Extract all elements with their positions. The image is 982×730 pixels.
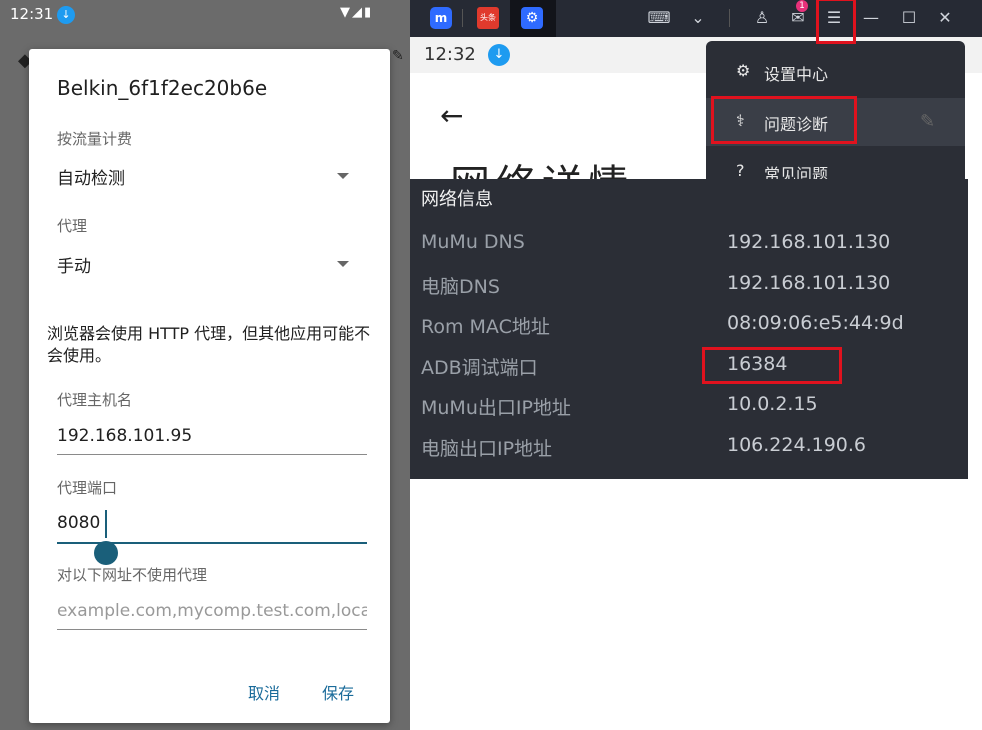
menu-item-diagnosis[interactable]: ⚕ 问题诊断 ✎: [706, 98, 965, 146]
proxy-select[interactable]: 手动: [57, 252, 91, 277]
signal-battery-icons: ▼◢▮: [340, 5, 374, 20]
menu-item-label: 设置中心: [764, 65, 829, 84]
stethoscope-icon: ⚕: [736, 111, 745, 130]
info-key: 电脑DNS: [421, 276, 500, 298]
menu-hamburger-icon[interactable]: ☰: [822, 6, 846, 30]
info-value: 106.224.190.6: [727, 434, 867, 456]
user-icon[interactable]: ♙: [750, 6, 774, 30]
text-cursor: [105, 510, 107, 538]
close-icon[interactable]: ✕: [933, 6, 957, 30]
menu-item-label: 问题诊断: [764, 115, 829, 134]
titlebar-divider: [729, 9, 730, 27]
info-row: 电脑出口IP地址 106.224.190.6: [410, 434, 968, 474]
dialog-title: Belkin_6f1f2ec20b6e: [57, 76, 268, 100]
help-circle-icon: ?: [736, 161, 745, 180]
metered-label: 按流量计费: [57, 130, 133, 148]
chevron-down-icon[interactable]: [337, 173, 349, 179]
port-input[interactable]: 8080: [57, 513, 100, 533]
hostname-label: 代理主机名: [57, 391, 133, 409]
window-titlebar: m 头条 ⚙ ⌨ ⌄ ♙ ✉ 1 ☰ — ☐ ✕: [410, 0, 982, 37]
info-key: 电脑出口IP地址: [421, 438, 553, 460]
settings-app-icon[interactable]: ⚙: [521, 7, 543, 29]
gear-icon: ⚙: [736, 61, 751, 80]
status-time: 12:32: [424, 44, 476, 65]
emulator-window: m 头条 ⚙ ⌨ ⌄ ♙ ✉ 1 ☰ — ☐ ✕ 12:32 ↓ ← 网络详情 …: [410, 0, 982, 730]
proxy-settings-dialog: Belkin_6f1f2ec20b6e 按流量计费 自动检测 代理 手动 浏览器…: [29, 49, 390, 723]
info-value: 10.0.2.15: [727, 393, 818, 415]
save-button[interactable]: 保存: [322, 680, 354, 704]
main-menu-dropdown: ⚙ 设置中心 ⚕ 问题诊断 ✎ ? 常见问题: [706, 41, 965, 191]
info-key: MuMu DNS: [421, 231, 525, 253]
bypass-input[interactable]: example.com,mycomp.test.com,localhost: [57, 601, 367, 621]
mumu-app-icon[interactable]: m: [430, 7, 452, 29]
maximize-icon[interactable]: ☐: [897, 6, 921, 30]
minimize-icon[interactable]: —: [859, 6, 883, 30]
titlebar-divider: [462, 9, 463, 27]
proxy-label: 代理: [57, 217, 88, 235]
metered-select[interactable]: 自动检测: [57, 164, 125, 189]
info-row: MuMu DNS 192.168.101.130: [410, 231, 968, 271]
status-time: 12:31: [10, 5, 54, 23]
bypass-label: 对以下网址不使用代理: [57, 566, 208, 584]
cancel-button[interactable]: 取消: [248, 680, 280, 704]
network-info-panel: 网络信息 MuMu DNS 192.168.101.130 电脑DNS 192.…: [410, 179, 968, 479]
info-row: MuMu出口IP地址 10.0.2.15: [410, 393, 968, 433]
mail-count-badge: 1: [796, 0, 808, 12]
menu-item-settings[interactable]: ⚙ 设置中心: [706, 48, 965, 96]
network-info-title: 网络信息: [421, 189, 493, 210]
keyboard-icon[interactable]: ⌨: [647, 6, 671, 30]
status-bar: 12:31 ↓ ▼◢▮: [0, 0, 420, 30]
hostname-input[interactable]: 192.168.101.95: [57, 426, 192, 446]
screenshot-stage: 12:31 ↓ ▼◢▮ ◆ ✎ Belkin_6f1f2ec20b6e 按流量计…: [0, 0, 982, 730]
info-value: 08:09:06:e5:44:9d: [727, 312, 904, 334]
hostname-underline: [57, 454, 367, 455]
info-row: Rom MAC地址 08:09:06:e5:44:9d: [410, 312, 968, 352]
news-app-icon[interactable]: 头条: [477, 7, 499, 29]
chevron-down-icon[interactable]: [337, 261, 349, 267]
bypass-underline: [57, 629, 367, 630]
info-key: MuMu出口IP地址: [421, 397, 571, 419]
edit-pencil-icon: ✎: [920, 111, 936, 132]
info-value: 192.168.101.130: [727, 231, 891, 253]
info-value: 192.168.101.130: [727, 272, 891, 294]
info-key: Rom MAC地址: [421, 316, 550, 338]
info-row: 电脑DNS 192.168.101.130: [410, 272, 968, 312]
edit-pencil-icon[interactable]: ✎: [392, 48, 404, 64]
adb-port-value: 16384: [727, 353, 788, 375]
text-selection-handle[interactable]: [94, 541, 118, 565]
download-icon: ↓: [488, 44, 510, 66]
info-key: ADB调试端口: [421, 357, 538, 379]
proxy-note: 浏览器会使用 HTTP 代理，但其他应用可能不会使用。: [47, 324, 371, 365]
info-row: ADB调试端口 16384: [410, 353, 968, 393]
port-label: 代理端口: [57, 479, 118, 497]
android-screen-left: 12:31 ↓ ▼◢▮ ◆ ✎ Belkin_6f1f2ec20b6e 按流量计…: [0, 0, 420, 730]
chevron-down-icon[interactable]: ⌄: [686, 6, 710, 30]
back-arrow-icon[interactable]: ←: [440, 99, 463, 132]
download-icon: ↓: [57, 6, 75, 24]
